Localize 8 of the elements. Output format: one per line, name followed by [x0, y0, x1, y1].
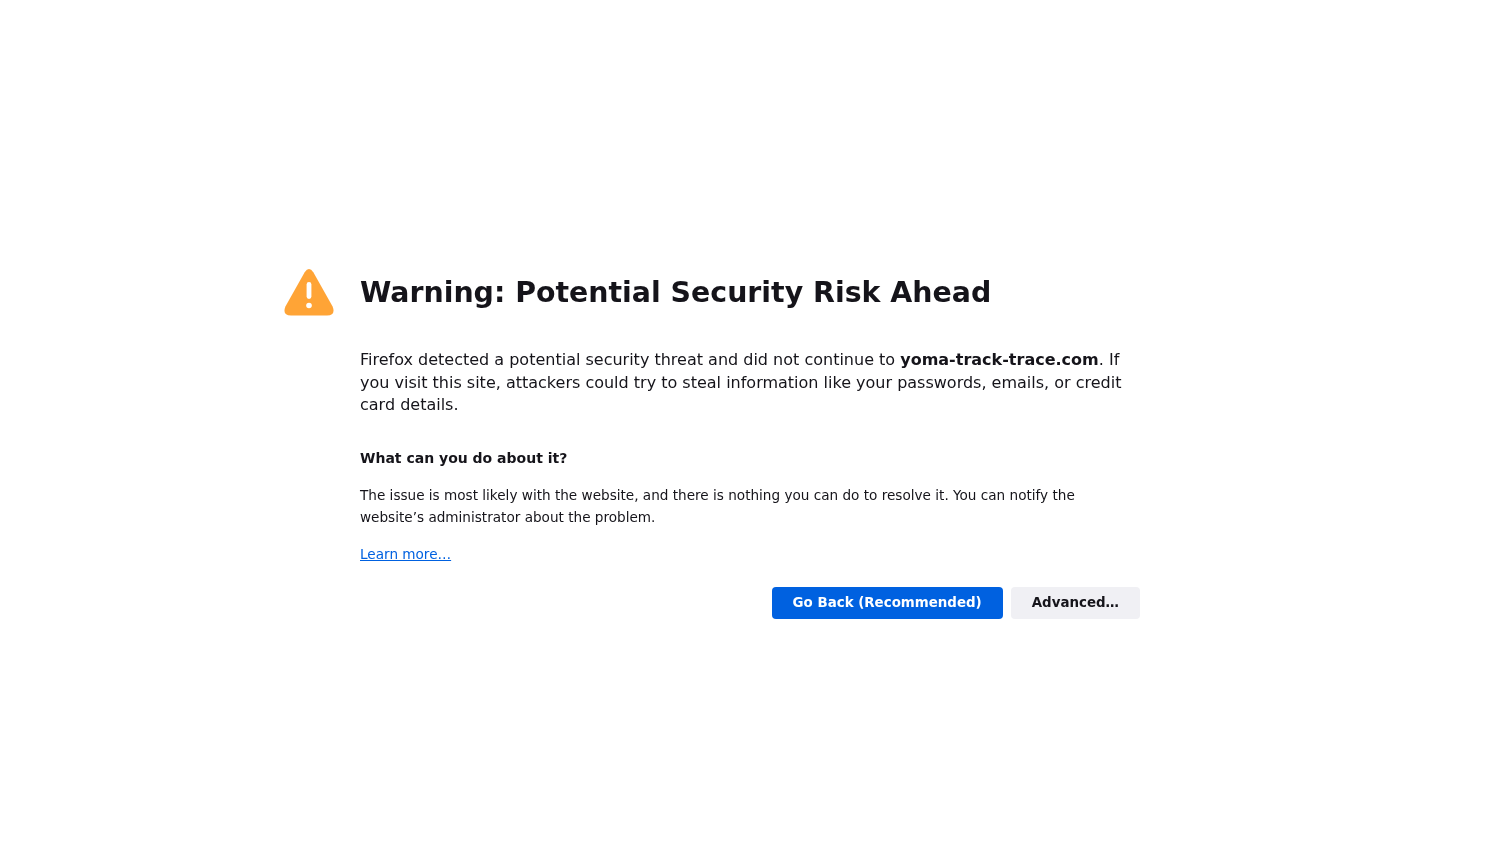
- go-back-button[interactable]: Go Back (Recommended): [771, 586, 1003, 619]
- warning-message: Firefox detected a potential security threat and did not continue to yoma-track-trace.com. If you visit this site, attackers could try to steal information like your passwords, emails, or credit card details.: [360, 349, 1123, 416]
- page-title: Warning: Potential Security Risk Ahead: [360, 274, 992, 311]
- advanced-button[interactable]: Advanced…: [1010, 586, 1140, 619]
- learn-more-link[interactable]: Learn more…: [360, 545, 452, 562]
- warning-icon: [284, 269, 334, 316]
- advice-text: The issue is most likely with the website, and there is nothing you can do to resolve it. You can notify the website’s administrator about the problem.: [360, 485, 1076, 527]
- section-heading: What can you do about it?: [360, 448, 569, 468]
